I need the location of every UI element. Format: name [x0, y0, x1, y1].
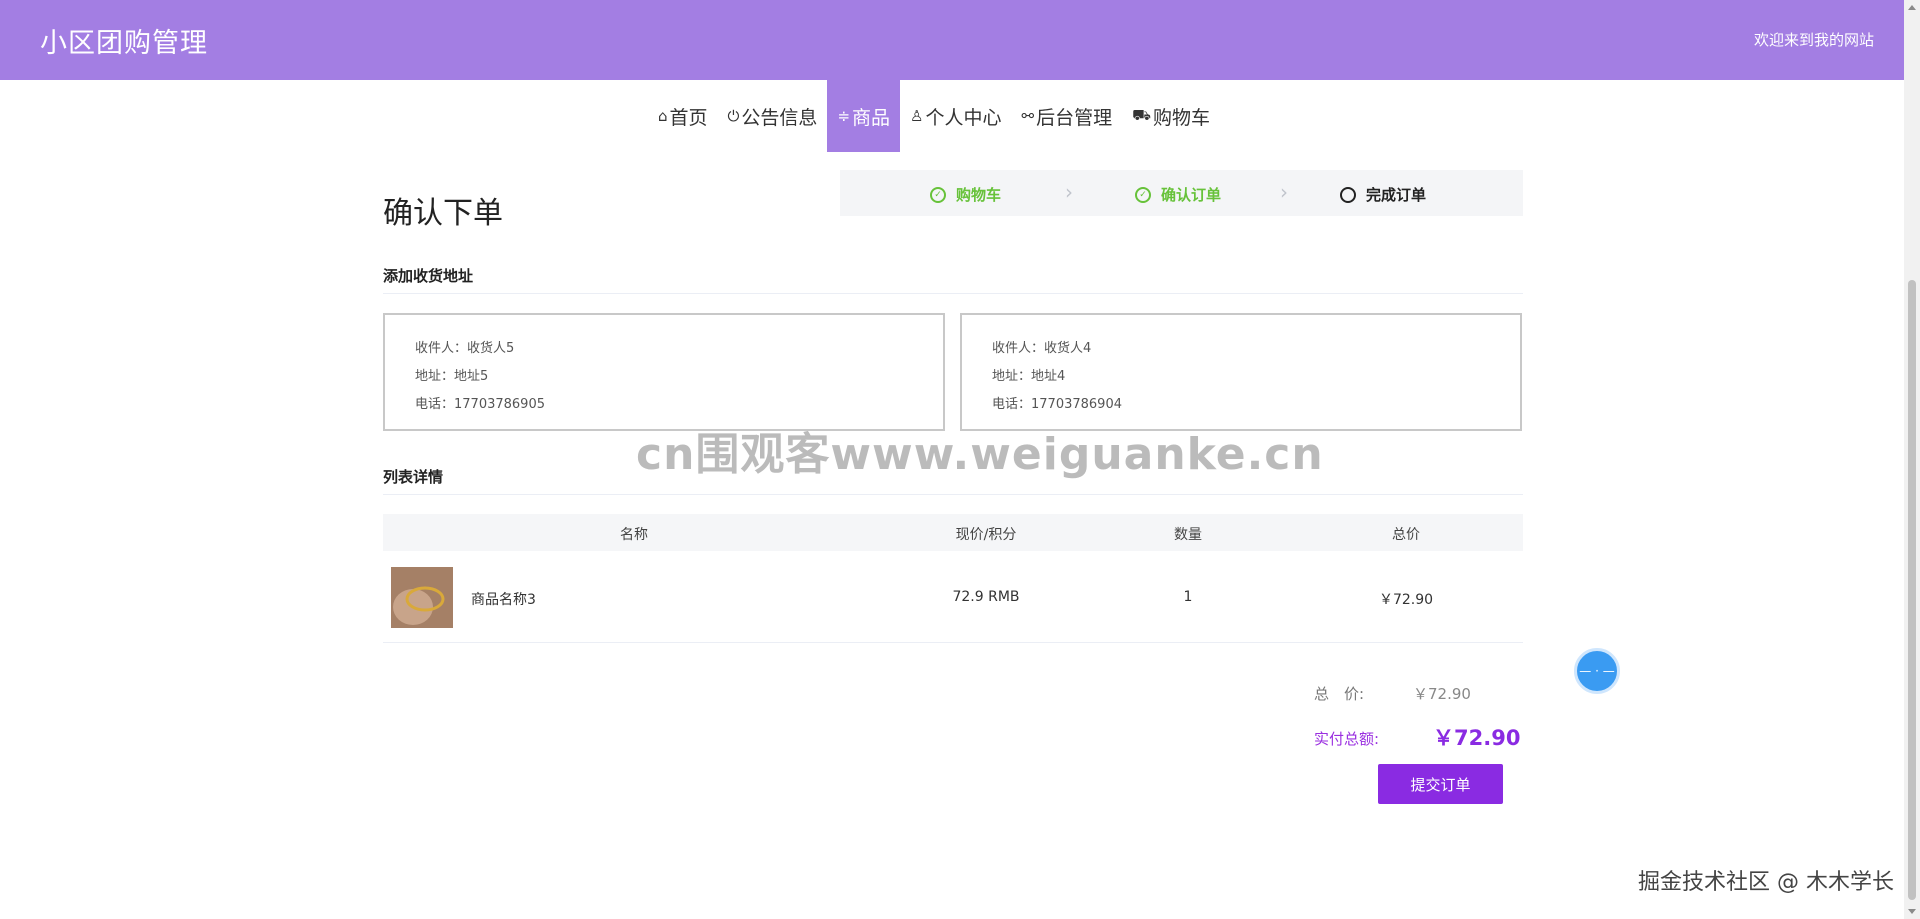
step-confirm-order: ✓ 确认订单 [1135, 184, 1221, 205]
table-header: 名称 现价/积分 数量 总价 [383, 514, 1523, 551]
nav-label: 个人中心 [925, 106, 1002, 129]
address-card[interactable]: 收件人：收货人5 地址：地址5 电话：17703786905 [383, 313, 945, 431]
product-price: 72.9 RMB [952, 589, 1020, 605]
site-brand: 小区团购管理 [40, 28, 208, 59]
address-section-title: 添加收货地址 [383, 267, 474, 285]
circle-icon [1340, 186, 1356, 203]
table-row: 商品名称3 72.9 RMB 1 ￥72.90 [383, 551, 1523, 643]
total-price-label: 总 价: [1314, 685, 1365, 703]
nav-label: 首页 [669, 106, 708, 129]
footer-watermark: 掘金技术社区 @ 木木学长 [1638, 870, 1894, 895]
address-card[interactable]: 收件人：收货人4 地址：地址4 电话：17703786904 [960, 313, 1522, 431]
actual-pay-label: 实付总额: [1314, 730, 1380, 748]
address-receiver: 收件人：收货人5 [415, 341, 515, 356]
column-header-price: 现价/积分 [955, 527, 1017, 543]
scroll-up-arrow-icon[interactable] [1908, 5, 1916, 10]
step-label: 购物车 [956, 186, 1002, 204]
nav-item-cart[interactable]: ⛟ 购物车 [1122, 80, 1220, 152]
address-phone: 电话：17703786904 [992, 397, 1122, 412]
floating-assistant-button[interactable]: — · — [1574, 648, 1620, 694]
home-icon: ⌂ [658, 107, 668, 125]
address-receiver: 收件人：收货人4 [992, 341, 1092, 356]
float-button-label: — · — [1579, 664, 1615, 678]
address-line: 地址：地址5 [415, 369, 489, 384]
check-circle-icon: ✓ [1135, 186, 1151, 203]
product-name: 商品名称3 [471, 592, 536, 608]
check-circle-icon: ✓ [930, 186, 946, 203]
order-steps: ✓ 购物车 › ✓ 确认订单 › 完成订单 [840, 170, 1523, 216]
actual-pay-value: ￥72.90 [1433, 726, 1521, 750]
step-complete-order: 完成订单 [1340, 184, 1426, 205]
column-header-total: 总价 [1392, 527, 1420, 543]
scroll-down-arrow-icon[interactable] [1908, 909, 1916, 914]
sliders-icon: ≑ [837, 107, 851, 125]
link-icon: ⚯ [1021, 107, 1035, 125]
list-section-title: 列表详情 [383, 468, 444, 486]
total-price-value: ￥72.90 [1413, 685, 1471, 703]
product-quantity: 1 [1183, 589, 1193, 605]
nav-item-notices[interactable]: ⏻ 公告信息 [718, 80, 828, 152]
power-icon: ⏻ [727, 107, 740, 125]
step-cart: ✓ 购物车 [930, 184, 1001, 205]
nav-label: 购物车 [1152, 106, 1210, 129]
welcome-text: 欢迎来到我的网站 [1753, 31, 1874, 49]
cart-icon: ⛟ [1132, 106, 1151, 124]
section-divider [383, 293, 1523, 294]
step-label: 完成订单 [1366, 186, 1427, 204]
nav-item-home[interactable]: ⌂ 首页 [648, 80, 718, 152]
column-header-quantity: 数量 [1174, 527, 1202, 543]
nav-item-profile[interactable]: ♙ 个人中心 [900, 80, 1011, 152]
product-total: ￥72.90 [1378, 592, 1434, 608]
chevron-right-icon: › [1280, 180, 1288, 204]
nav-item-admin[interactable]: ⚯ 后台管理 [1012, 80, 1123, 152]
user-icon: ♙ [910, 107, 924, 125]
step-label: 确认订单 [1161, 186, 1222, 204]
main-nav: ⌂ 首页 ⏻ 公告信息 ≑ 商品 ♙ 个人中心 ⚯ 后台管理 ⛟ 购物车 [648, 80, 1220, 152]
submit-order-button[interactable]: 提交订单 [1378, 764, 1503, 804]
nav-label: 后台管理 [1036, 106, 1113, 129]
page-title: 确认下单 [383, 196, 503, 231]
chevron-right-icon: › [1065, 180, 1073, 204]
nav-label: 商品 [852, 106, 891, 129]
page-scrollbar[interactable] [1904, 0, 1920, 919]
nav-label: 公告信息 [741, 106, 818, 129]
nav-item-products[interactable]: ≑ 商品 [827, 80, 901, 152]
top-header-bar: 小区团购管理 欢迎来到我的网站 [0, 0, 1904, 80]
section-divider [383, 494, 1523, 495]
column-header-name: 名称 [620, 527, 648, 543]
product-thumbnail [391, 567, 453, 628]
address-line: 地址：地址4 [992, 369, 1066, 384]
scroll-thumb[interactable] [1908, 280, 1916, 900]
address-phone: 电话：17703786905 [415, 397, 545, 412]
watermark-text: cn围观客www.weiguanke.cn [636, 429, 1324, 480]
